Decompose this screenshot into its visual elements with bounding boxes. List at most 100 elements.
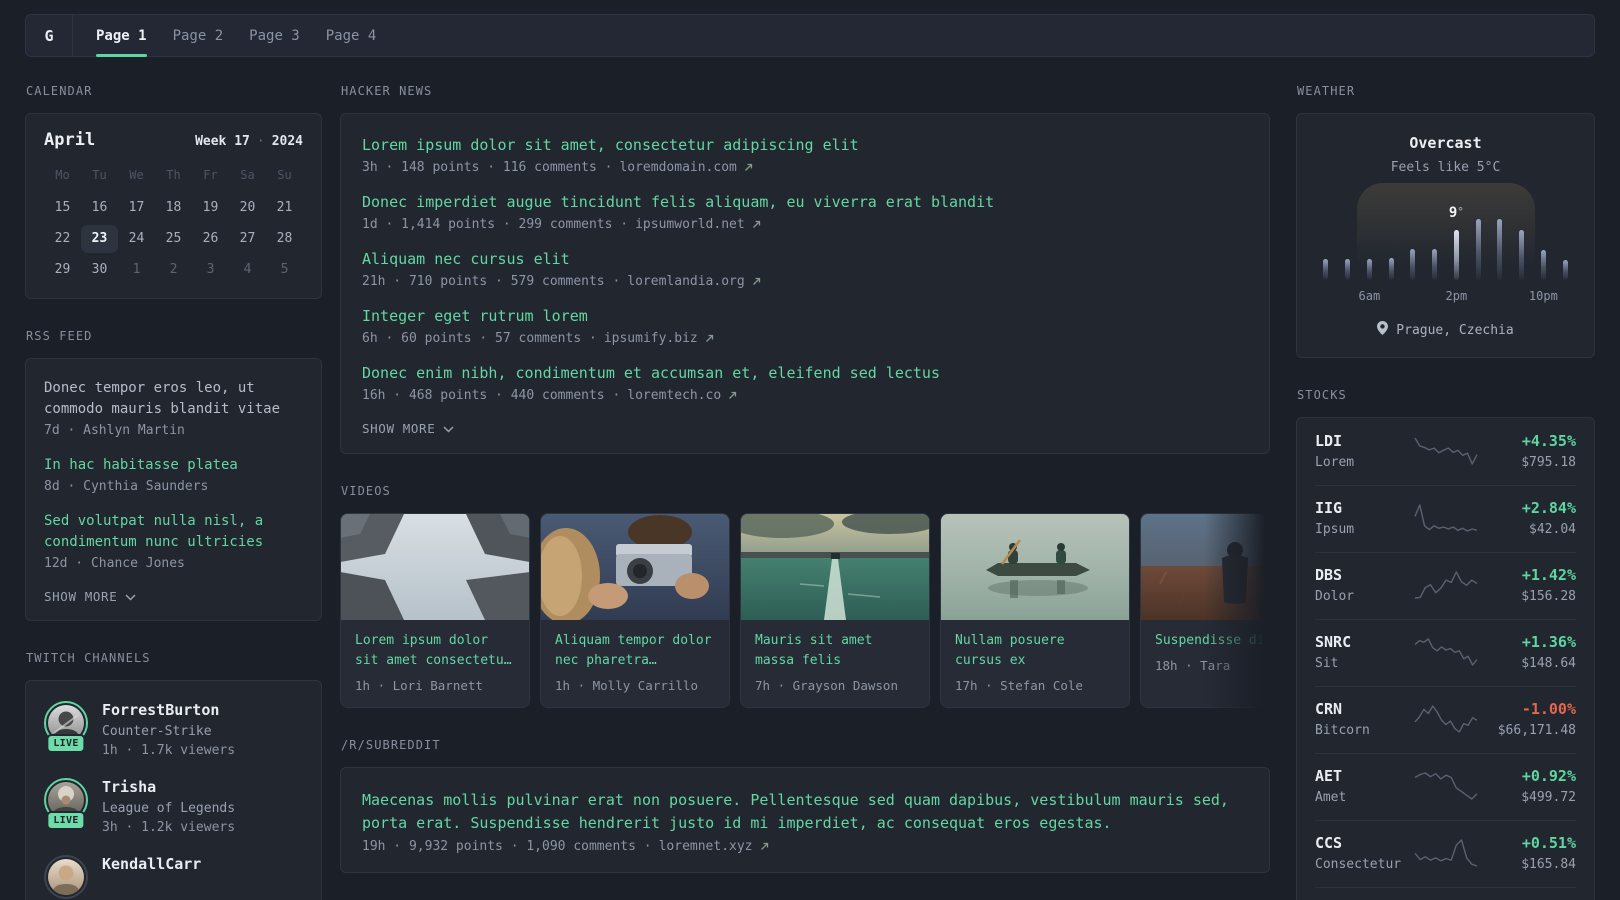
rss-item-title[interactable]: Donec tempor eros leo, ut commodo mauris…	[44, 378, 303, 420]
stock-name: Bitcorn	[1315, 723, 1370, 738]
video-title[interactable]: Nullam posuere cursus ex	[955, 631, 1115, 671]
dashboard-page: G Page 1 Page 2 Page 3 Page 4 CALENDAR A…	[0, 0, 1620, 900]
stock-row[interactable]: DBS Dolor +1.42% $156.28	[1315, 552, 1576, 619]
hn-item-domain[interactable]: loremtech.co	[627, 388, 721, 403]
hn-item: Donec enim nibh, condimentum et accumsan…	[362, 363, 1248, 403]
weather-bar	[1562, 260, 1568, 280]
external-link-icon	[752, 220, 761, 229]
stocks-card: LDI Lorem +4.35% $795.18 IIG Ipsum +2.84…	[1296, 417, 1595, 900]
twitch-channel-row[interactable]: LIVE Trisha League of Legends 3h · 1.2k …	[44, 778, 303, 835]
hn-item-title[interactable]: Lorem ipsum dolor sit amet, consectetur …	[362, 135, 1248, 156]
twitch-channel-row[interactable]: LIVE ForrestBurton Counter-Strike 1h · 1…	[44, 701, 303, 758]
calendar-day: 30	[91, 262, 108, 277]
stock-symbol[interactable]: DBS	[1315, 566, 1409, 584]
video-card[interactable]: Nullam posuere cursus ex 17h · Stefan Co…	[940, 513, 1130, 708]
video-title[interactable]: Mauris sit amet massa felis	[755, 631, 915, 671]
video-card[interactable]: Suspendisse diam 18h · Tara	[1140, 513, 1270, 708]
video-title[interactable]: Lorem ipsum dolor sit amet consectetu…	[355, 631, 515, 671]
weather-chart: 9°	[1315, 183, 1576, 280]
twitch-channel-name[interactable]: ForrestBurton	[102, 701, 235, 720]
weekday-label: Sa	[240, 168, 255, 182]
stock-change: +1.36%	[1521, 633, 1576, 651]
video-card[interactable]: Aliquam tempor dolor nec pharetra… 1h · …	[540, 513, 730, 708]
stock-row[interactable]: CCS Consectetur +0.51% $165.84	[1315, 820, 1576, 887]
calendar-week-year: Week 17 · 2024	[195, 134, 303, 149]
stock-price: $42.04	[1529, 522, 1576, 537]
calendar-day: 25	[165, 231, 182, 246]
stocks-widget-title: STOCKS	[1297, 388, 1347, 402]
subreddit-post-domain[interactable]: loremnet.xyz	[659, 839, 753, 854]
stock-symbol[interactable]: AET	[1315, 767, 1409, 785]
rss-show-more-button[interactable]: SHOW MORE	[44, 589, 136, 604]
stock-row[interactable]: AET Amet +0.92% $499.72	[1315, 753, 1576, 820]
hn-item-domain[interactable]: ipsumworld.net	[635, 217, 745, 232]
tab-page-3[interactable]: Page 3	[236, 15, 313, 56]
calendar-day: 4	[243, 262, 252, 277]
rss-item-title[interactable]: Sed volutpat nulla nisl, a condimentum n…	[44, 511, 303, 553]
stock-row[interactable]: AHS +0.46%	[1315, 887, 1576, 900]
stock-sparkline	[1409, 838, 1482, 868]
weather-condition: Overcast	[1409, 134, 1482, 152]
stock-symbol[interactable]: SNRC	[1315, 633, 1409, 651]
stock-symbol[interactable]: CCS	[1315, 834, 1409, 852]
hacker-news-widget: HACKER NEWS Lorem ipsum dolor sit amet, …	[340, 84, 1270, 454]
video-card[interactable]: Mauris sit amet massa felis 7h · Grayson…	[740, 513, 930, 708]
hn-item-domain[interactable]: ipsumify.biz	[604, 331, 698, 346]
stock-price: $148.64	[1521, 656, 1576, 671]
video-thumbnail-pillars-sky	[341, 514, 529, 620]
live-badge: LIVE	[46, 734, 86, 753]
calendar-card: April Week 17 · 2024 Mo Tu We Th Fr Sa S…	[25, 113, 322, 299]
external-link-icon	[744, 163, 753, 172]
twitch-channel-name[interactable]: KendallCarr	[102, 855, 201, 874]
stock-symbol[interactable]: IIG	[1315, 499, 1409, 517]
hn-item-title[interactable]: Donec enim nibh, condimentum et accumsan…	[362, 363, 1248, 384]
rss-item[interactable]: Donec tempor eros leo, ut commodo mauris…	[44, 378, 303, 438]
stock-symbol[interactable]: CRN	[1315, 700, 1409, 718]
stock-change: -1.00%	[1521, 700, 1576, 718]
hacker-news-card: Lorem ipsum dolor sit amet, consectetur …	[340, 113, 1270, 454]
stock-row[interactable]: IIG Ipsum +2.84% $42.04	[1315, 485, 1576, 552]
rss-item[interactable]: Sed volutpat nulla nisl, a condimentum n…	[44, 511, 303, 571]
header-bar: G Page 1 Page 2 Page 3 Page 4	[25, 14, 1595, 57]
hn-item-domain[interactable]: loremdomain.com	[619, 160, 736, 175]
rss-item-title[interactable]: In hac habitasse platea	[44, 455, 303, 476]
rss-item[interactable]: In hac habitasse platea 8d · Cynthia Sau…	[44, 455, 303, 494]
hn-item-meta: 16h · 468 points · 440 comments ·	[362, 388, 621, 403]
calendar-day: 2	[169, 262, 178, 277]
videos-widget-title: VIDEOS	[341, 484, 391, 498]
video-thumbnail-misty-field	[1141, 514, 1270, 620]
video-title[interactable]: Aliquam tempor dolor nec pharetra…	[555, 631, 715, 671]
tab-page-1[interactable]: Page 1	[83, 15, 160, 57]
hn-item-title[interactable]: Donec imperdiet augue tincidunt felis al…	[362, 192, 1248, 213]
calendar-day: 29	[54, 262, 71, 277]
video-title[interactable]: Suspendisse diam	[1155, 631, 1270, 651]
left-column: CALENDAR April Week 17 · 2024 Mo Tu We T…	[25, 84, 322, 900]
hn-item-domain[interactable]: loremlandia.org	[627, 274, 744, 289]
weekday-label: Th	[166, 168, 181, 182]
weekday-label: Fr	[203, 168, 218, 182]
hn-show-more-button[interactable]: SHOW MORE	[362, 421, 454, 436]
avatar: LIVE	[44, 778, 88, 830]
app-logo[interactable]: G	[26, 15, 73, 56]
subreddit-post-title[interactable]: Maecenas mollis pulvinar erat non posuer…	[362, 789, 1248, 835]
weather-time-label: 6am	[1358, 289, 1381, 303]
dot-separator: ·	[256, 134, 265, 149]
tab-page-2[interactable]: Page 2	[160, 15, 237, 56]
weather-widget-title: WEATHER	[1297, 84, 1356, 98]
subreddit-post-meta: 19h · 9,932 points · 1,090 comments ·	[362, 839, 652, 854]
twitch-channel-row[interactable]: KendallCarr	[44, 855, 303, 899]
calendar-day: 1	[132, 262, 141, 277]
stock-row[interactable]: SNRC Sit +1.36% $148.64	[1315, 619, 1576, 686]
calendar-day: 19	[202, 200, 219, 215]
tab-page-4[interactable]: Page 4	[313, 15, 390, 56]
weather-location: Prague, Czechia	[1396, 322, 1514, 338]
hn-item-title[interactable]: Integer eget rutrum lorem	[362, 306, 1248, 327]
stock-row[interactable]: LDI Lorem +4.35% $795.18	[1315, 419, 1576, 485]
video-thumbnail-sea-wake	[741, 514, 929, 620]
stock-symbol[interactable]: LDI	[1315, 432, 1409, 450]
hn-item-title[interactable]: Aliquam nec cursus elit	[362, 249, 1248, 270]
video-card[interactable]: Lorem ipsum dolor sit amet consectetu… 1…	[340, 513, 530, 708]
stock-row[interactable]: CRN Bitcorn -1.00% $66,171.48	[1315, 686, 1576, 753]
stock-price: $156.28	[1521, 589, 1576, 604]
twitch-channel-name[interactable]: Trisha	[102, 778, 235, 797]
